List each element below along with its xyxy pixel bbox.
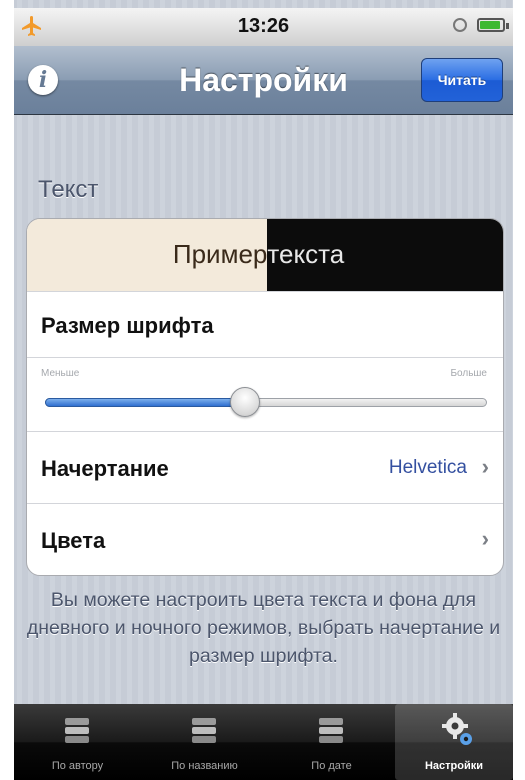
tab-settings[interactable]: Настройки (395, 704, 513, 780)
navigation-bar: i Настройки Читать (14, 46, 513, 115)
frame-edge-left (0, 0, 14, 780)
text-settings-group: Пример текста Размер шрифта Меньше Больш… (26, 218, 504, 576)
battery-icon (477, 18, 509, 32)
sample-right-text: текста (267, 239, 345, 269)
gears-icon (442, 713, 472, 745)
books-icon (319, 718, 343, 743)
phone-screen: 13:26 i Настройки Читать Текст Пример те… (0, 0, 525, 780)
tab-by-title[interactable]: По названию (141, 704, 268, 780)
sample-dark-half: текста (267, 219, 503, 291)
tab-label: По названию (171, 760, 238, 772)
books-icon (192, 718, 216, 743)
typeface-row[interactable]: Начертание Helvetica › (27, 431, 503, 504)
books-icon (65, 718, 89, 743)
status-time: 13:26 (237, 15, 290, 37)
status-bar: 13:26 (14, 8, 513, 47)
slider-max-label: Больше (450, 368, 487, 379)
colors-row[interactable]: Цвета › (27, 503, 503, 575)
colors-label: Цвета (41, 528, 106, 553)
typeface-label: Начертание (41, 456, 169, 481)
text-sample-preview: Пример текста (27, 219, 503, 291)
font-size-slider-row: Меньше Больше (27, 357, 503, 432)
read-button[interactable]: Читать (421, 58, 503, 102)
slider-min-label: Меньше (41, 368, 80, 379)
tab-label: Настройки (424, 760, 484, 772)
chevron-right-icon: › (481, 526, 489, 551)
chevron-right-icon: › (481, 454, 489, 479)
tab-by-date[interactable]: По дате (268, 704, 395, 780)
font-size-slider-fill (45, 398, 245, 407)
tab-label: По автору (51, 760, 104, 772)
font-size-row: Размер шрифта (27, 291, 503, 358)
font-size-label: Размер шрифта (41, 313, 214, 338)
sample-left-text: Пример (172, 239, 268, 269)
tab-bar: По автору По названию По дате Настройки (14, 704, 513, 780)
typeface-value: Helvetica (388, 457, 467, 478)
frame-edge-right (513, 0, 525, 780)
font-size-slider-thumb[interactable] (229, 387, 260, 417)
settings-hint: Вы можете настроить цвета текста и фона … (26, 589, 501, 667)
tab-label: По дате (311, 760, 352, 772)
section-header: Текст (38, 176, 99, 203)
sample-light-half: Пример (27, 219, 268, 291)
tab-by-author[interactable]: По автору (14, 704, 141, 780)
alarm-icon (453, 18, 467, 32)
